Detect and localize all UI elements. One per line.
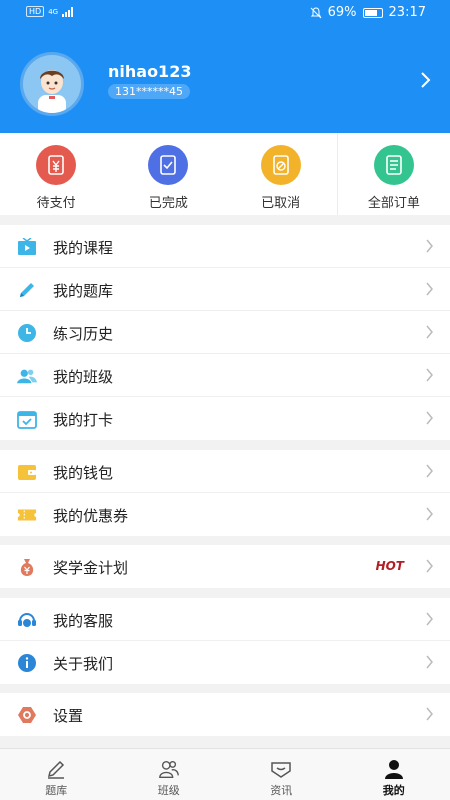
list-icon — [373, 145, 414, 185]
battery-icon — [362, 7, 383, 18]
wallet-icon — [17, 462, 37, 482]
bottom-tab-bar: 题库 班级 资讯 我的 — [0, 748, 450, 800]
network-type: 4G — [48, 7, 59, 16]
chevron-right-icon — [426, 559, 433, 573]
people-icon — [158, 760, 179, 778]
menu-item-label: 我的打卡 — [53, 411, 114, 429]
clock-icon — [17, 323, 37, 343]
menu-item-scholarship[interactable]: 奖学金计划 HOT — [0, 545, 450, 588]
money-bag-icon — [17, 557, 37, 577]
cancel-icon — [260, 145, 301, 185]
order-pending-payment[interactable]: 待支付 — [0, 133, 112, 215]
menu-item-label: 设置 — [53, 707, 84, 725]
order-label: 已取消 — [261, 196, 301, 211]
pencil-icon — [48, 760, 65, 779]
headset-icon — [17, 610, 37, 630]
yen-icon — [36, 145, 77, 185]
chevron-right-icon — [426, 612, 433, 626]
info-icon — [17, 653, 37, 673]
clock: 23:17 — [388, 5, 426, 20]
chevron-right-icon — [426, 282, 433, 296]
menu-item-my-class[interactable]: 我的班级 — [0, 354, 450, 397]
check-icon — [148, 145, 189, 185]
order-label: 待支付 — [36, 196, 76, 211]
order-completed[interactable]: 已完成 — [112, 133, 224, 215]
menu-item-question-bank[interactable]: 我的题库 — [0, 268, 450, 311]
order-cancelled[interactable]: 已取消 — [225, 133, 337, 215]
message-icon — [271, 762, 291, 778]
tab-class[interactable]: 班级 — [113, 749, 226, 800]
profile-header[interactable]: HD 4G 69% 23:17 nihao123 131******45 — [0, 0, 450, 133]
mute-bell-icon — [310, 6, 321, 18]
menu-group-finance: 我的钱包 我的优惠券 — [0, 450, 450, 536]
pencil-icon — [17, 280, 37, 300]
menu-item-label: 我的班级 — [53, 368, 114, 386]
chevron-right-icon — [426, 368, 433, 382]
menu-item-checkin[interactable]: 我的打卡 — [0, 397, 450, 440]
chevron-right-icon — [426, 707, 433, 721]
chevron-right-icon[interactable] — [418, 70, 432, 90]
ticket-icon — [17, 505, 37, 525]
tab-mine[interactable]: 我的 — [338, 749, 450, 800]
menu-item-courses[interactable]: 我的课程 — [0, 225, 450, 268]
chevron-right-icon — [426, 325, 433, 339]
menu-item-wallet[interactable]: 我的钱包 — [0, 450, 450, 493]
avatar-boy-icon — [23, 55, 81, 113]
chevron-right-icon — [426, 464, 433, 478]
tab-label: 我的 — [382, 784, 405, 797]
people-icon — [17, 366, 37, 386]
menu-group-support: 我的客服 关于我们 — [0, 598, 450, 684]
order-label: 全部订单 — [367, 196, 420, 211]
menu-item-label: 我的客服 — [53, 612, 114, 630]
calendar-check-icon — [17, 409, 37, 429]
menu-item-label: 我的钱包 — [53, 464, 114, 482]
menu-group-settings: 设置 — [0, 693, 450, 736]
tab-label: 资讯 — [270, 784, 293, 797]
tab-label: 题库 — [45, 784, 68, 797]
menu-item-label: 我的题库 — [53, 282, 114, 300]
tab-label: 班级 — [157, 784, 180, 797]
gear-icon — [17, 705, 37, 725]
menu-item-label: 奖学金计划 — [53, 559, 129, 577]
tv-icon — [17, 237, 37, 257]
person-icon — [384, 760, 403, 779]
menu-item-customer-service[interactable]: 我的客服 — [0, 598, 450, 641]
menu-group-learning: 我的课程 我的题库 练习历史 我的班级 我的打卡 — [0, 225, 450, 440]
tab-news[interactable]: 资讯 — [225, 749, 338, 800]
chevron-right-icon — [426, 411, 433, 425]
menu-item-label: 关于我们 — [53, 655, 114, 673]
menu-group-scholarship: 奖学金计划 HOT — [0, 545, 450, 588]
menu-item-label: 练习历史 — [53, 325, 114, 343]
phone-number: 131******45 — [108, 84, 190, 99]
tab-question-bank[interactable]: 题库 — [0, 749, 113, 800]
menu-item-coupons[interactable]: 我的优惠券 — [0, 493, 450, 536]
username: nihao123 — [108, 62, 192, 81]
menu-item-practice-history[interactable]: 练习历史 — [0, 311, 450, 354]
avatar[interactable] — [20, 52, 84, 116]
chevron-right-icon — [426, 507, 433, 521]
menu-item-label: 我的优惠券 — [53, 507, 129, 525]
signal-icon — [62, 6, 74, 17]
menu-item-settings[interactable]: 设置 — [0, 693, 450, 736]
order-all[interactable]: 全部订单 — [336, 133, 450, 215]
menu-item-about-us[interactable]: 关于我们 — [0, 641, 450, 684]
order-label: 已完成 — [148, 196, 188, 211]
chevron-right-icon — [426, 239, 433, 253]
hd-badge: HD — [26, 6, 45, 17]
chevron-right-icon — [426, 655, 433, 669]
order-shortcuts: 待支付 已完成 已取消 全部订单 — [0, 133, 450, 215]
battery-percent: 69% — [327, 5, 357, 20]
menu-item-label: 我的课程 — [53, 239, 114, 257]
status-bar: HD 4G 69% 23:17 — [0, 0, 450, 26]
hot-badge: HOT — [375, 559, 404, 573]
